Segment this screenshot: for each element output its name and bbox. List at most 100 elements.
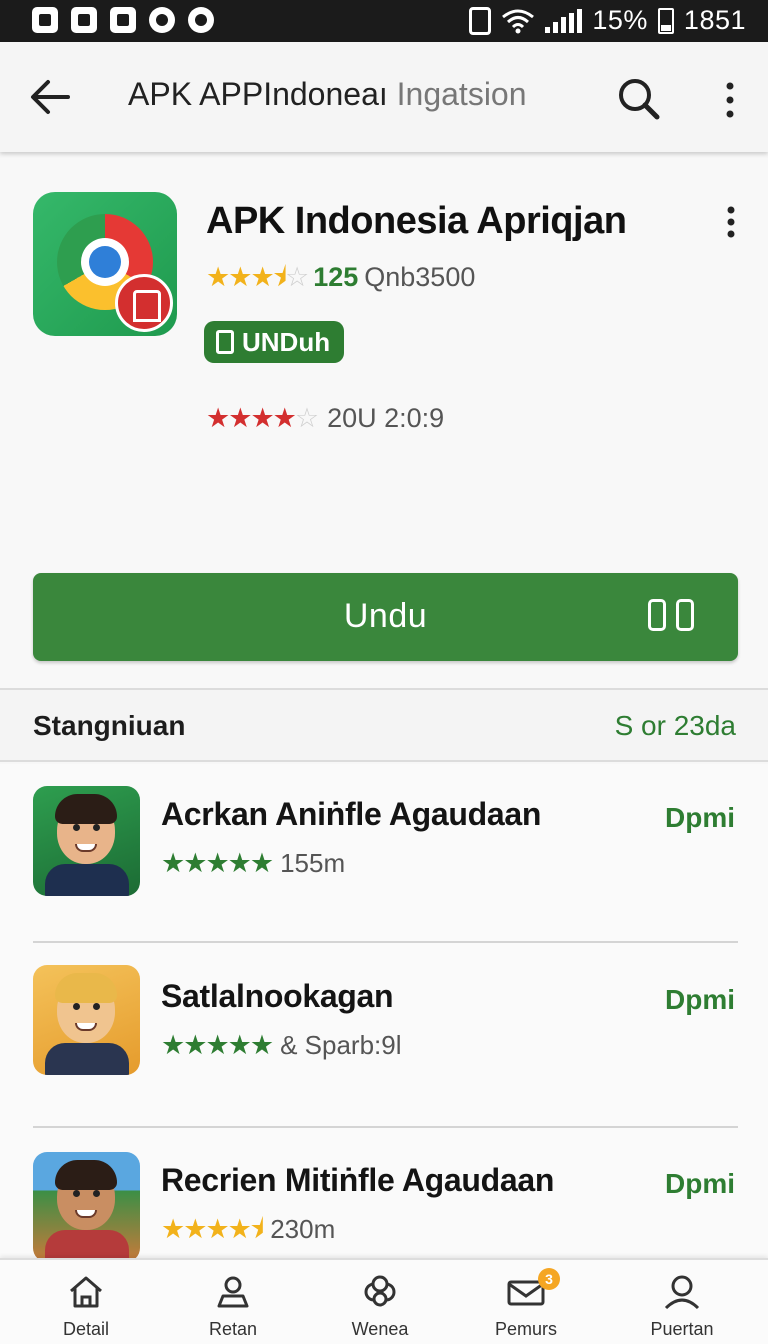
section-see-more-link[interactable]: S or 23da <box>615 710 736 742</box>
avatar-eye <box>93 1003 100 1010</box>
app-name: APK Indonesia Apriqjan <box>206 200 627 242</box>
list-item-title: Acrkan Aniṅfle Agaudaan <box>161 796 542 832</box>
unduh-chip-button[interactable]: UNDuh <box>204 321 345 363</box>
nav-item-puertan[interactable]: Puertan <box>622 1260 742 1344</box>
cloud-icon <box>364 1275 396 1307</box>
list-item-title: Recrien Mitiṅfle Agaudaan <box>161 1162 555 1198</box>
clock: 1851 <box>683 5 746 35</box>
section-header: Stangniuan S or 23da <box>0 688 768 762</box>
star-empty-icon: ☆ <box>284 262 309 292</box>
bottom-navigation: Detail Retan Wenea 3 Pemurs Puertan <box>0 1258 768 1344</box>
star-filled-icon: ★ <box>183 1214 207 1244</box>
install-button-label: Undu <box>343 597 428 635</box>
star-filled-icon: ★ <box>161 1030 185 1060</box>
search-button[interactable] <box>612 72 666 126</box>
list-item-action-button[interactable]: Dpmi <box>665 984 735 1016</box>
avatar-eye <box>93 824 100 831</box>
star-filled-icon: ★ <box>205 848 229 878</box>
star-filled-icon: ⯨ <box>272 262 287 293</box>
status-bar: 15% 1851 <box>0 0 768 42</box>
star-filled-icon: ★ <box>249 1030 274 1060</box>
download-badge-icon <box>115 274 173 332</box>
shield-notification-icon <box>71 7 97 33</box>
nav-item-pemurs[interactable]: 3 Pemurs <box>466 1260 586 1344</box>
vibrate-icon <box>469 6 492 35</box>
list-item-avatar <box>33 1152 140 1258</box>
signal-icon <box>545 8 583 33</box>
app-bar-title-main: APK APPIndoneaı <box>128 76 388 112</box>
phone-icon <box>216 330 234 354</box>
nav-item-label: Retan <box>208 1319 258 1339</box>
secondary-rating-text: 20U 2:0:9 <box>327 403 445 433</box>
wifi-icon <box>502 9 535 33</box>
app-rating: ★★★⯨☆ 125 Qnb3500 <box>206 262 475 293</box>
list-item-title: Satlalnookagan <box>161 978 394 1014</box>
phone-icon <box>648 599 666 631</box>
rating-extra: Qnb3500 <box>364 262 476 292</box>
install-button[interactable]: Undu <box>33 573 738 661</box>
nav-item-label: Wenea <box>351 1319 409 1339</box>
star-filled-icon: ★ <box>161 848 185 878</box>
star-filled-icon: ★ <box>250 403 274 433</box>
list-item-action-button[interactable]: Dpmi <box>665 802 735 834</box>
avatar-eye <box>73 1003 80 1010</box>
divider <box>33 1126 738 1128</box>
avatar-hair <box>55 794 117 824</box>
app-bar-title-muted: Ingatsion <box>396 76 527 112</box>
avatar-body <box>45 1043 129 1075</box>
arrow-left-icon <box>31 80 70 114</box>
star-filled-icon: ★ <box>272 403 297 433</box>
list-item[interactable]: Acrkan Aniṅfle Agaudaan ★★★★★ 155m Dpmi <box>0 764 768 944</box>
star-filled-icon: ★ <box>205 1030 229 1060</box>
compass-notification-icon <box>149 7 175 33</box>
avatar-eye <box>73 1190 80 1197</box>
avatar-eye <box>73 824 80 831</box>
star-filled-icon: ⯨ <box>249 1214 264 1245</box>
secondary-rating: ★★★★☆ 20U 2:0:9 <box>206 403 444 434</box>
avatar-hair <box>55 1160 117 1190</box>
person-tray-icon <box>217 1276 249 1308</box>
star-filled-icon: ★ <box>228 403 252 433</box>
gallery-notification-icon <box>32 7 58 33</box>
star-filled-icon: ★ <box>227 1214 252 1244</box>
star-filled-icon: ★ <box>206 262 230 292</box>
nav-item-retan[interactable]: Retan <box>173 1260 293 1344</box>
star-filled-icon: ★ <box>228 262 252 292</box>
list-item[interactable]: Recrien Mitiṅfle Agaudaan ★★★★⯨ 230m Dpm… <box>0 1130 768 1258</box>
back-button[interactable] <box>24 72 74 122</box>
star-filled-icon: ★ <box>206 403 230 433</box>
list-item-meta: ★★★★★ & Sparb:9l <box>161 1030 402 1061</box>
device-icons <box>648 599 694 631</box>
app-header: APK Indonesia Apriqjan ★★★⯨☆ 125 Qnb3500… <box>0 158 768 688</box>
muted-notification-icon <box>110 7 136 33</box>
home-icon <box>70 1276 102 1308</box>
list-item-avatar <box>33 786 140 896</box>
star-filled-icon: ★ <box>205 1214 229 1244</box>
divider <box>33 941 738 943</box>
overflow-menu-button[interactable] <box>712 76 748 126</box>
notification-icons <box>32 7 214 33</box>
battery-percent: 15% <box>592 5 648 35</box>
list-item-meta: ★★★★⯨ 230m <box>161 1214 335 1245</box>
nav-item-wenea[interactable]: Wenea <box>320 1260 440 1344</box>
list-item-size: 155m <box>280 848 346 878</box>
section-title: Stangniuan <box>33 710 186 741</box>
nav-item-detail[interactable]: Detail <box>26 1260 146 1344</box>
star-filled-icon: ★ <box>161 1214 185 1244</box>
list-item-action-button[interactable]: Dpmi <box>665 1168 735 1200</box>
star-filled-icon: ★ <box>183 1030 207 1060</box>
avatar-eye <box>93 1190 100 1197</box>
heart-notification-icon <box>188 7 214 33</box>
app-options-button[interactable] <box>716 202 746 242</box>
star-filled-icon: ★ <box>227 848 252 878</box>
app-icon <box>33 192 177 336</box>
notification-badge: 3 <box>538 1268 560 1290</box>
list-item[interactable]: Satlalnookagan ★★★★★ & Sparb:9l Dpmi <box>0 944 768 1124</box>
list-item-avatar <box>33 965 140 1075</box>
star-empty-icon: ☆ <box>294 403 319 433</box>
app-list: Acrkan Aniṅfle Agaudaan ★★★★★ 155m Dpmi … <box>0 764 768 1258</box>
star-filled-icon: ★ <box>249 848 274 878</box>
nav-item-label: Detail <box>62 1319 110 1339</box>
more-vertical-icon <box>727 206 735 238</box>
star-filled-icon: ★ <box>227 1030 252 1060</box>
